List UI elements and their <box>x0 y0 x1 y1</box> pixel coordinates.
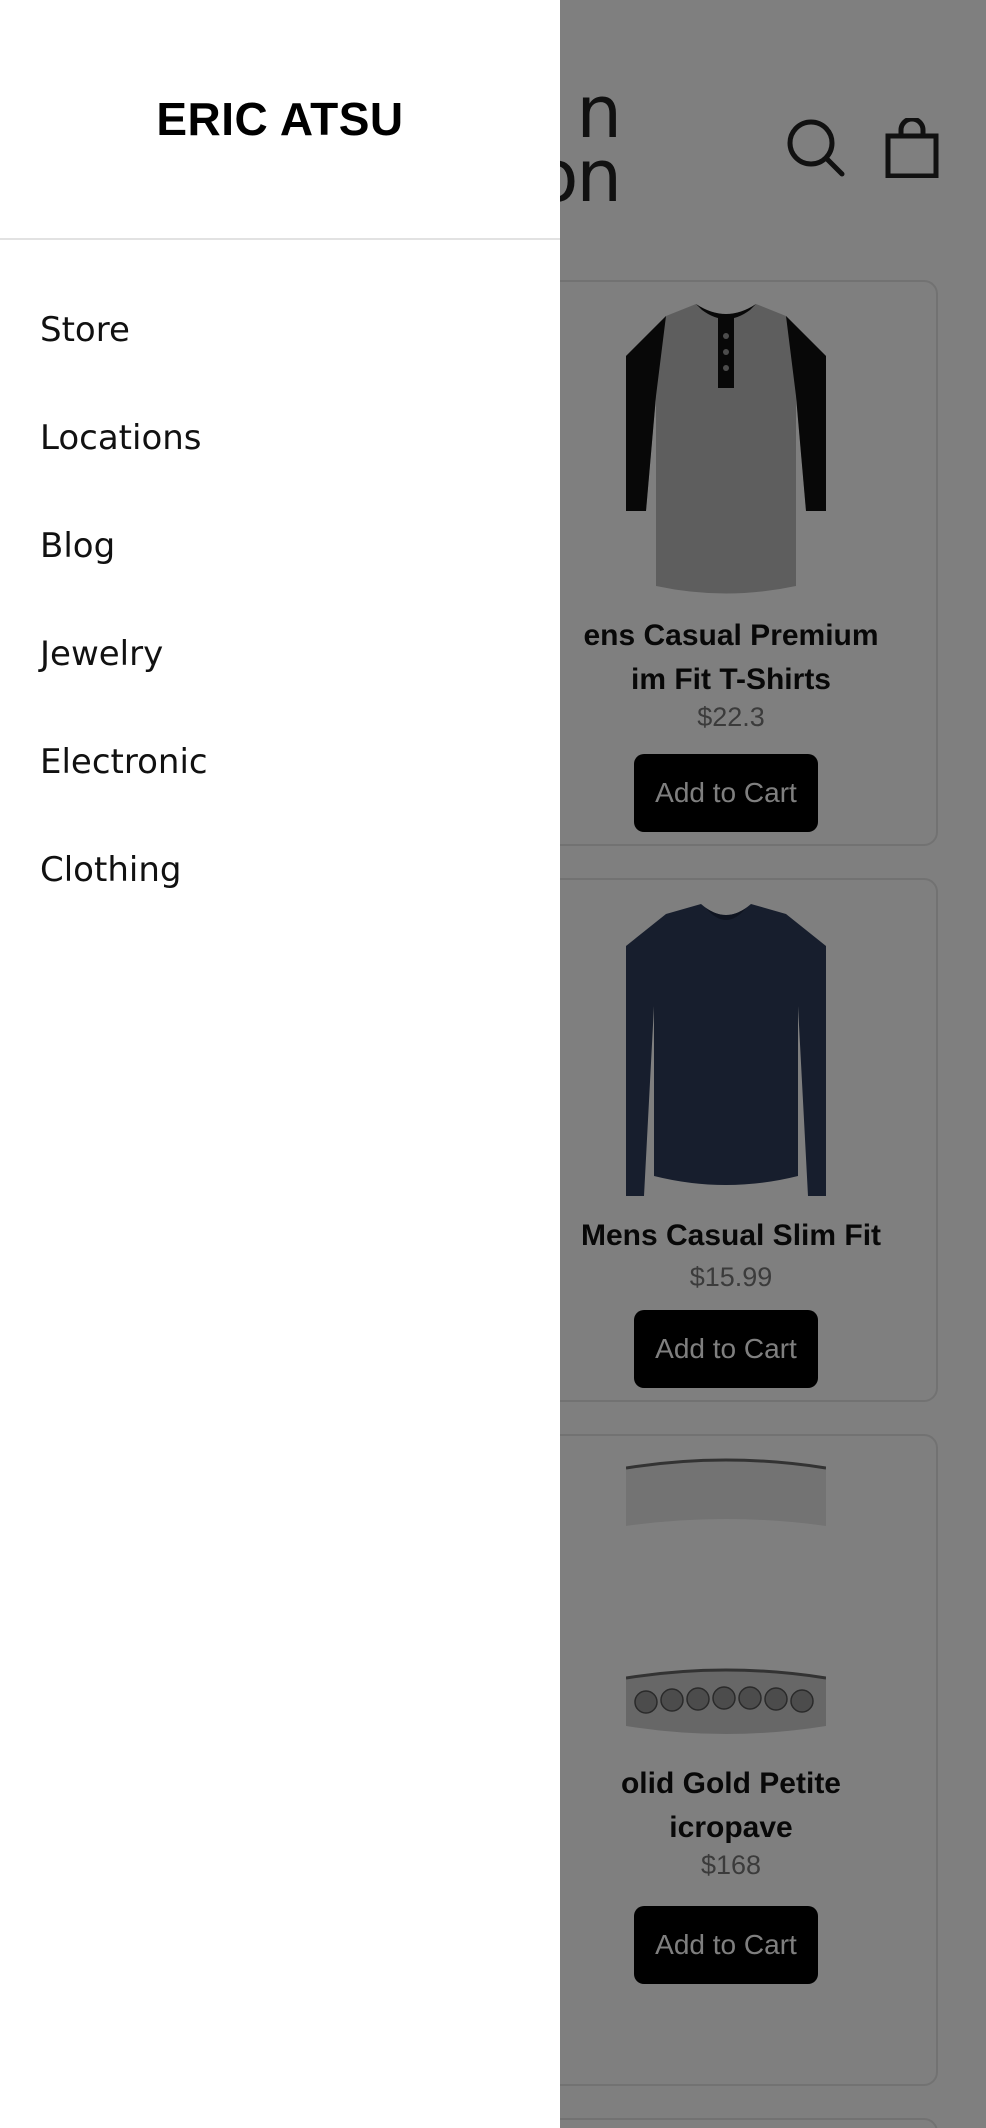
drawer-item-locations[interactable]: Locations <box>0 384 560 492</box>
navigation-drawer: ERIC ATSU Store Locations Blog Jewelry E… <box>0 0 560 2128</box>
drawer-title: ERIC ATSU <box>156 93 404 145</box>
drawer-item-electronic[interactable]: Electronic <box>0 708 560 816</box>
drawer-item-jewelry[interactable]: Jewelry <box>0 600 560 708</box>
drawer-item-clothing[interactable]: Clothing <box>0 816 560 924</box>
drawer-item-blog[interactable]: Blog <box>0 492 560 600</box>
drawer-header: ERIC ATSU <box>0 0 560 240</box>
drawer-menu: Store Locations Blog Jewelry Electronic … <box>0 240 560 924</box>
drawer-item-store[interactable]: Store <box>0 276 560 384</box>
